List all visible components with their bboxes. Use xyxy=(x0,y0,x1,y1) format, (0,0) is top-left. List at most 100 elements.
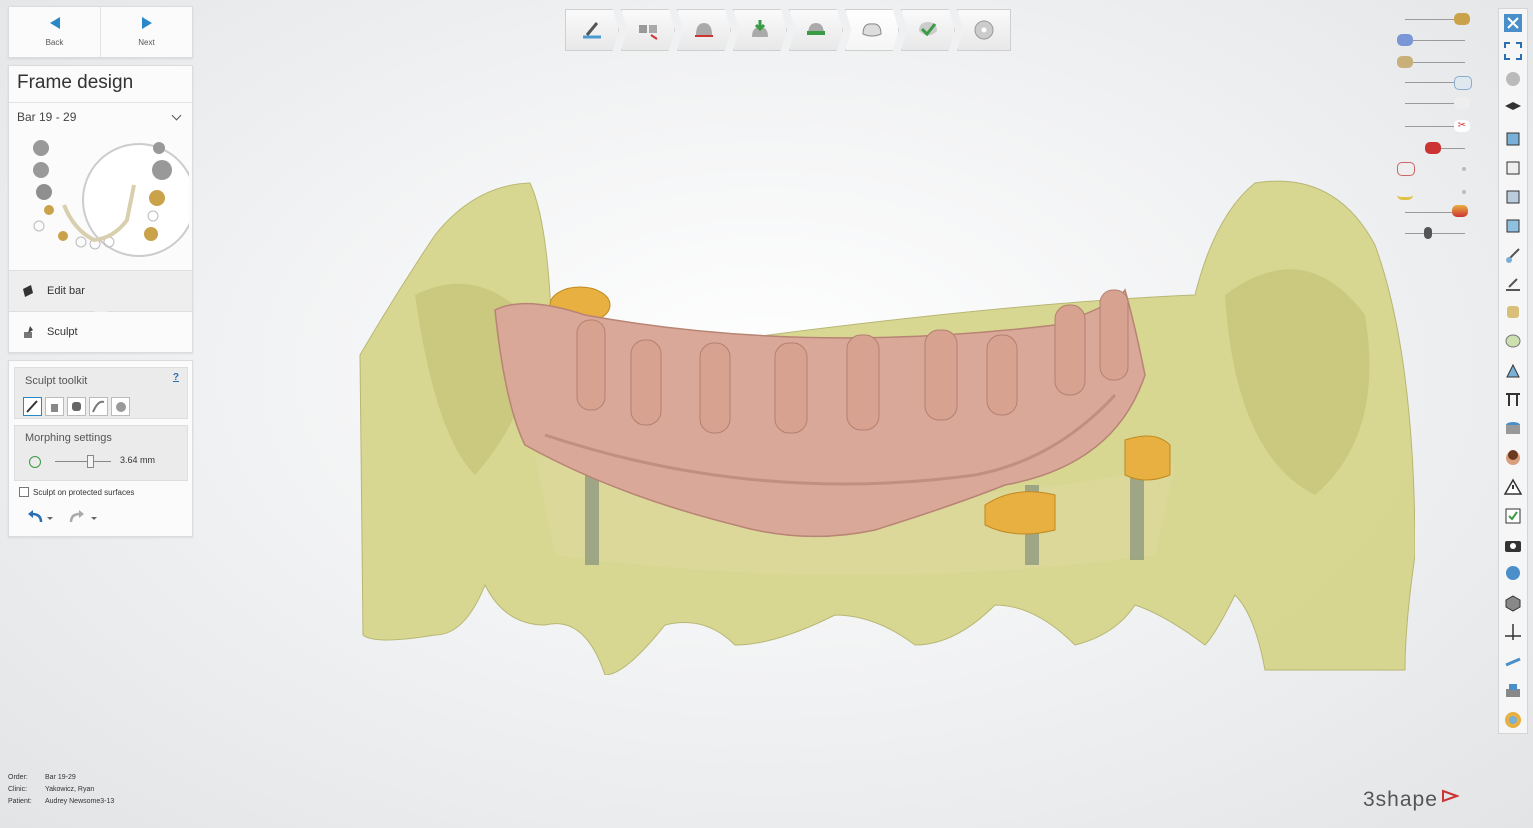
scan-thumb-icon[interactable] xyxy=(1454,76,1472,90)
undo-button[interactable] xyxy=(23,509,53,525)
workflow-step-check[interactable] xyxy=(901,9,955,51)
camera-icon[interactable] xyxy=(1503,535,1523,555)
view-top-icon[interactable] xyxy=(1503,216,1523,236)
bar-selector[interactable]: Bar 19 - 29 xyxy=(9,103,192,131)
view-front-icon[interactable] xyxy=(1503,129,1523,149)
add-remove-icon xyxy=(51,404,58,412)
checklist-icon[interactable] xyxy=(1503,506,1523,526)
tooth-library-icon[interactable] xyxy=(1503,331,1523,351)
3d-model-viewport[interactable] xyxy=(355,175,1415,675)
face-icon[interactable] xyxy=(1503,448,1523,468)
step-sculpt[interactable]: Sculpt xyxy=(9,312,192,352)
cross-section-icon[interactable] xyxy=(1503,390,1523,410)
back-label: Back xyxy=(45,38,64,47)
workflow-step-prep[interactable] xyxy=(789,9,843,51)
protected-surfaces-checkbox[interactable] xyxy=(19,487,29,497)
tooth-thumb-icon[interactable] xyxy=(1397,34,1413,46)
workflow-toolbar xyxy=(565,9,1013,51)
smooth-tool[interactable] xyxy=(67,397,86,416)
morph-icon xyxy=(92,400,105,413)
antagonist-thumb-icon[interactable] xyxy=(1397,56,1413,68)
workflow-step-implant[interactable] xyxy=(621,9,675,51)
tooth-icon xyxy=(44,205,54,215)
warning-icon[interactable] xyxy=(1503,477,1523,497)
slider-dot xyxy=(1462,190,1466,194)
abutment xyxy=(1124,435,1171,481)
view-side-icon[interactable] xyxy=(1503,187,1523,207)
scissors-thumb-icon[interactable]: ✂ xyxy=(1454,120,1470,132)
abutment-thumb-icon[interactable] xyxy=(1397,185,1413,200)
morphing-settings-box: Morphing settings 3.64 mm xyxy=(14,425,188,481)
color-wheel-icon[interactable] xyxy=(1503,710,1523,730)
tooth-icon xyxy=(149,190,165,206)
toolkit-box: Sculpt toolkit ? xyxy=(14,367,188,419)
education-icon[interactable] xyxy=(1503,98,1523,118)
workflow-step-margin[interactable] xyxy=(677,9,731,51)
back-button[interactable]: Back xyxy=(9,7,101,57)
rotate-view-icon[interactable] xyxy=(1503,69,1523,89)
wax-knife-icon[interactable] xyxy=(1503,245,1523,265)
step-edit-bar[interactable]: Edit bar xyxy=(9,270,192,318)
bar-thumb-icon[interactable] xyxy=(1452,205,1468,217)
radius-icon xyxy=(29,456,41,468)
morph-slider-thumb[interactable] xyxy=(87,455,94,468)
carve-icon xyxy=(116,402,126,412)
chevron-down-icon xyxy=(171,110,182,120)
cylinder-icon[interactable] xyxy=(1503,419,1523,439)
edit-bar-icon xyxy=(23,285,33,297)
workflow-step-scan[interactable] xyxy=(565,9,619,51)
wax-knife-tool[interactable] xyxy=(23,397,42,416)
ruler-icon[interactable] xyxy=(1503,651,1523,671)
antagonist-icon[interactable] xyxy=(1503,302,1523,322)
bar-post xyxy=(1054,304,1086,396)
margin-icon xyxy=(695,23,713,37)
workflow-step-frame[interactable] xyxy=(845,9,899,51)
view-back-icon[interactable] xyxy=(1503,158,1523,178)
step-label: Edit bar xyxy=(47,285,85,297)
redo-button[interactable] xyxy=(67,509,97,525)
slider-track[interactable] xyxy=(1405,40,1465,41)
chat-icon[interactable] xyxy=(1503,564,1523,584)
next-button[interactable]: Next xyxy=(101,7,192,57)
tooth-icon xyxy=(36,184,52,200)
implant-icon xyxy=(639,25,658,40)
add-remove-tool[interactable] xyxy=(45,397,64,416)
measure-icon[interactable] xyxy=(1503,274,1523,294)
frame-icon xyxy=(862,23,882,37)
implant-thumb-icon[interactable] xyxy=(1424,227,1432,239)
clipping-icon[interactable] xyxy=(1503,361,1523,381)
cube-icon[interactable] xyxy=(1503,593,1523,613)
order-value: Bar 19-29 xyxy=(45,774,76,781)
carve-tool[interactable] xyxy=(111,397,130,416)
morph-slider-track[interactable] xyxy=(55,461,111,462)
help-link[interactable]: ? xyxy=(173,372,179,383)
die-thumb-icon[interactable] xyxy=(1454,13,1470,25)
workflow-step-output[interactable] xyxy=(957,9,1011,51)
next-arrow-icon xyxy=(141,17,152,29)
fullscreen-icon[interactable] xyxy=(1503,41,1523,61)
crown-thumb-icon[interactable] xyxy=(1397,162,1415,176)
case-info: Order: Bar 19-29 Clinic: Yakowicz, Ryan Pa… xyxy=(8,772,114,808)
order-label: Order: xyxy=(8,774,28,781)
tooth-icon xyxy=(58,231,68,241)
gingiva-thumb-icon[interactable] xyxy=(1454,97,1470,109)
workflow-step-insertion[interactable] xyxy=(733,9,787,51)
tooth-map[interactable] xyxy=(19,140,189,260)
output-icon xyxy=(974,20,994,40)
printer-icon[interactable] xyxy=(1503,681,1523,701)
slider-track[interactable] xyxy=(1405,233,1465,234)
clinic-value: Yakowicz, Ryan xyxy=(45,786,95,793)
morph-tool[interactable] xyxy=(89,397,108,416)
bar-post xyxy=(1099,289,1129,381)
frame-design-panel: Frame design Bar 19 - 29 Edit bar Sculpt xyxy=(8,65,193,353)
margin-thumb-icon[interactable] xyxy=(1425,142,1441,154)
morph-value: 3.64 mm xyxy=(120,455,156,465)
protected-surfaces-row[interactable]: Sculpt on protected surfaces xyxy=(19,487,134,497)
close-icon[interactable] xyxy=(1503,13,1523,33)
scan-icon xyxy=(583,22,601,39)
wizard-nav: Back Next xyxy=(8,6,193,58)
logo-triangle-icon xyxy=(1441,789,1459,803)
slider-track[interactable] xyxy=(1405,62,1465,63)
axis-icon[interactable] xyxy=(1503,622,1523,642)
prep-icon xyxy=(807,23,825,35)
